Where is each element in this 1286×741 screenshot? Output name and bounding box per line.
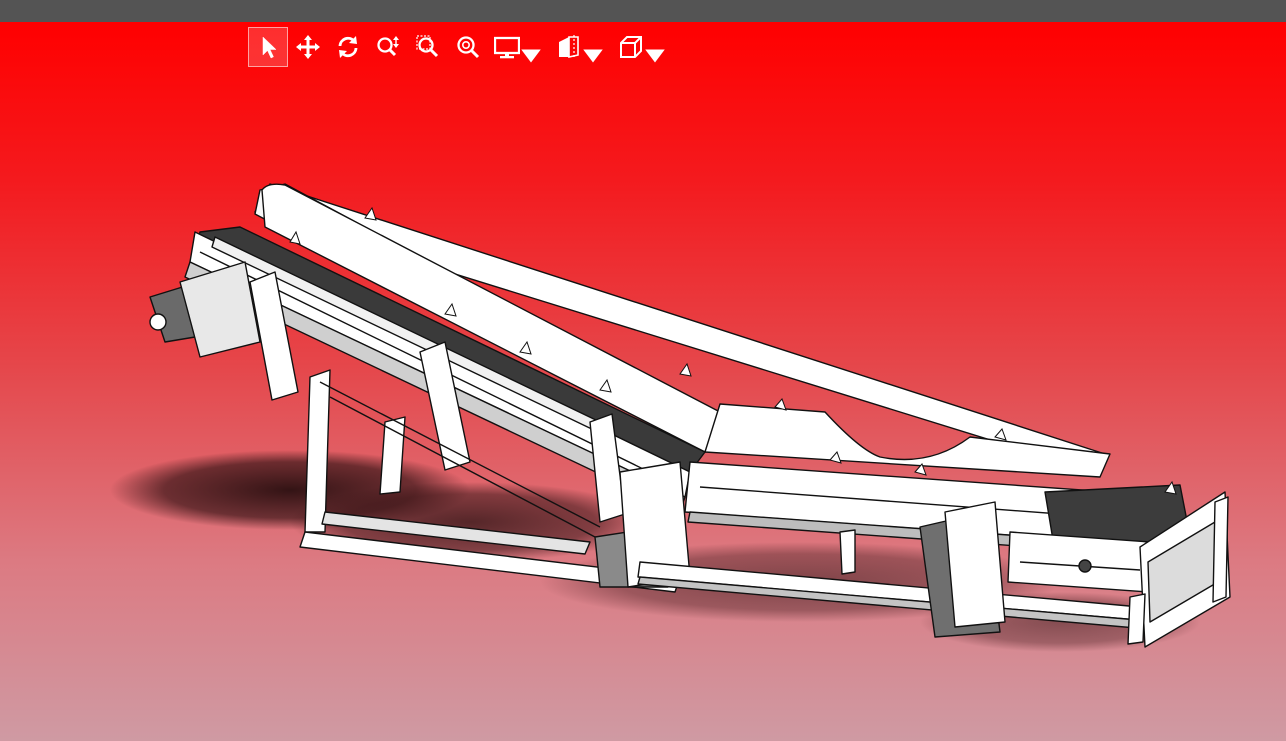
rotate-tool-button[interactable]	[328, 27, 368, 67]
section-view-button[interactable]	[550, 27, 612, 67]
conveyor-3d-model[interactable]	[0, 22, 1286, 741]
select-tool-button[interactable]	[248, 27, 288, 67]
display-style-button[interactable]	[488, 27, 550, 67]
zoom-window-icon	[416, 35, 439, 58]
chevron-down-icon	[583, 49, 603, 63]
zoom-window-tool-button[interactable]	[408, 27, 448, 67]
zoom-updown-icon	[377, 36, 399, 57]
monitor-icon	[494, 36, 520, 59]
select-arrow-icon	[262, 36, 277, 59]
section-view-icon	[559, 35, 579, 59]
zoom-fit-tool-button[interactable]	[448, 27, 488, 67]
window-titlebar	[0, 0, 1286, 22]
3d-viewport[interactable]	[0, 22, 1286, 741]
chevron-down-icon	[521, 49, 541, 63]
zoom-fit-icon	[457, 36, 480, 59]
zoom-tool-button[interactable]	[368, 27, 408, 67]
rotate-icon	[338, 36, 358, 58]
view-orientation-button[interactable]	[612, 27, 674, 67]
pan-tool-button[interactable]	[288, 27, 328, 67]
cube-view-icon	[620, 36, 642, 58]
pan-icon	[296, 35, 320, 59]
chevron-down-icon	[645, 49, 665, 63]
view-toolbar	[248, 27, 674, 67]
